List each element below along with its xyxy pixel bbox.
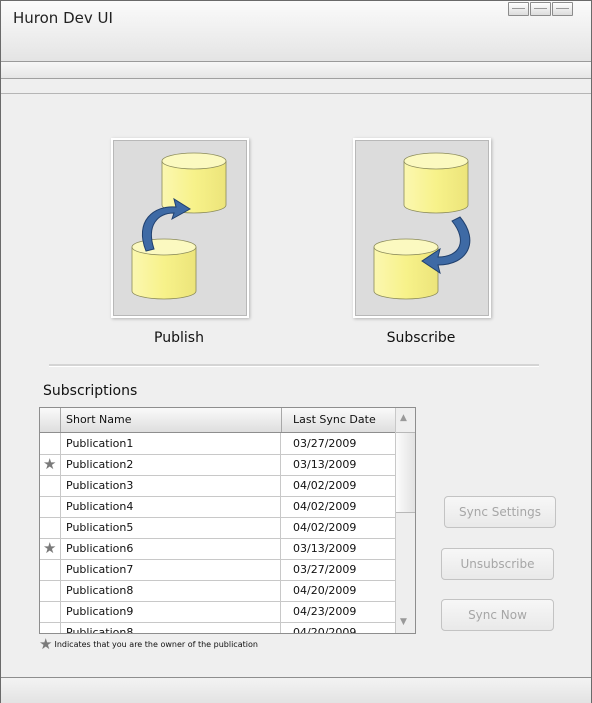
table-row[interactable]: Publication5 04/02/2009 — [40, 517, 395, 539]
close-icon — [556, 8, 569, 9]
last-sync-date-cell: 04/02/2009 — [293, 521, 357, 534]
header-last-sync-date[interactable]: Last Sync Date — [283, 408, 395, 432]
subscribe-label[interactable]: Subscribe — [355, 330, 487, 346]
owner-cell — [40, 580, 61, 601]
sync-settings-button[interactable]: Sync Settings — [444, 496, 556, 528]
short-name-cell: Publication9 — [61, 601, 281, 622]
toolbar-divider — [1, 93, 591, 94]
header-owner-column[interactable] — [40, 408, 61, 432]
last-sync-date-cell: 04/23/2009 — [293, 605, 357, 618]
close-button[interactable] — [552, 2, 573, 16]
short-name-cell: Publication5 — [61, 517, 281, 538]
table-row[interactable]: Publication7 03/27/2009 — [40, 559, 395, 581]
table-row[interactable]: Publication8 04/20/2009 — [40, 580, 395, 602]
title-bar: Huron Dev UI — [1, 1, 591, 62]
sync-now-button[interactable]: Sync Now — [441, 599, 554, 631]
short-name-cell: Publication8 — [61, 622, 281, 633]
owner-cell — [40, 601, 61, 622]
short-name-cell: Publication1 — [61, 433, 281, 454]
star-icon: ★ — [43, 455, 57, 473]
owner-cell — [40, 475, 61, 496]
table-row[interactable]: Publication9 04/23/2009 — [40, 601, 395, 623]
owner-cell — [40, 496, 61, 517]
owner-legend-text: Indicates that you are the owner of the … — [54, 640, 258, 649]
star-icon: ★ — [43, 539, 57, 557]
scroll-thumb[interactable] — [396, 432, 415, 513]
database-subscribe-icon — [373, 152, 471, 300]
short-name-cell: Publication8 — [61, 580, 281, 601]
grid-header: Short Name Last Sync Date — [40, 408, 395, 433]
subscribe-tile[interactable] — [355, 140, 489, 316]
table-row[interactable]: Publication3 04/02/2009 — [40, 475, 395, 497]
last-sync-date-cell: 03/13/2009 — [293, 458, 357, 471]
owner-cell: ★ — [40, 454, 61, 475]
grid-scrollbar[interactable]: ▲ ▼ — [395, 408, 415, 633]
last-sync-date-cell: 03/27/2009 — [293, 437, 357, 450]
last-sync-date-cell: 04/20/2009 — [293, 584, 357, 597]
publish-label[interactable]: Publish — [113, 330, 245, 346]
short-name-cell: Publication7 — [61, 559, 281, 580]
scroll-down-icon[interactable]: ▼ — [400, 617, 407, 627]
subscriptions-grid[interactable]: Short Name Last Sync Date Publication1 03… — [39, 407, 416, 634]
table-row[interactable]: ★ Publication6 03/13/2009 — [40, 538, 395, 560]
unsubscribe-button[interactable]: Unsubscribe — [441, 548, 554, 580]
last-sync-date-cell: 04/02/2009 — [293, 479, 357, 492]
table-row[interactable]: ★ Publication2 03/13/2009 — [40, 454, 395, 476]
app-window: Huron Dev UI Publish Subscribe Subscript… — [0, 0, 592, 703]
section-divider — [49, 364, 539, 367]
table-row[interactable]: Publication8 04/20/2009 — [40, 622, 395, 634]
table-row[interactable]: Publication4 04/02/2009 — [40, 496, 395, 518]
table-row[interactable]: Publication1 03/27/2009 — [40, 433, 395, 455]
owner-cell — [40, 559, 61, 580]
window-title: Huron Dev UI — [13, 9, 113, 27]
last-sync-date-cell: 04/20/2009 — [293, 626, 357, 634]
owner-cell: ★ — [40, 538, 61, 559]
minimize-button[interactable] — [508, 2, 529, 16]
star-icon: ★ — [39, 635, 53, 653]
maximize-icon — [534, 8, 547, 9]
database-publish-icon — [131, 152, 227, 300]
short-name-cell: Publication3 — [61, 475, 281, 496]
last-sync-date-cell: 03/27/2009 — [293, 563, 357, 576]
status-bar — [1, 677, 591, 703]
owner-cell — [40, 622, 61, 633]
header-short-name[interactable]: Short Name — [61, 408, 282, 432]
maximize-button[interactable] — [530, 2, 551, 16]
publish-tile[interactable] — [113, 140, 247, 316]
toolbar-strip — [1, 62, 591, 79]
short-name-cell: Publication4 — [61, 496, 281, 517]
scroll-up-icon[interactable]: ▲ — [400, 413, 407, 423]
subscriptions-title: Subscriptions — [43, 383, 138, 399]
owner-cell — [40, 433, 61, 454]
last-sync-date-cell: 03/13/2009 — [293, 542, 357, 555]
owner-cell — [40, 517, 61, 538]
minimize-icon — [512, 8, 525, 9]
short-name-cell: Publication2 — [61, 454, 281, 475]
short-name-cell: Publication6 — [61, 538, 281, 559]
last-sync-date-cell: 04/02/2009 — [293, 500, 357, 513]
owner-legend: ★ Indicates that you are the owner of the… — [39, 635, 258, 653]
